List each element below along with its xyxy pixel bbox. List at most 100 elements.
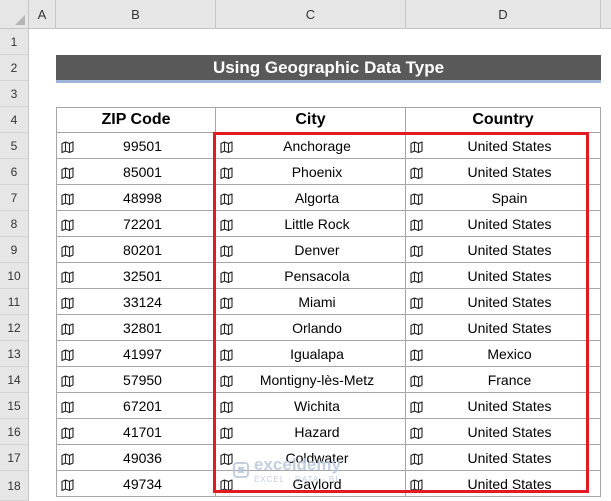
map-data-type-icon[interactable]	[61, 478, 74, 491]
map-data-type-icon[interactable]	[410, 348, 423, 361]
map-data-type-icon[interactable]	[410, 400, 423, 413]
map-data-type-icon[interactable]	[220, 166, 233, 179]
zip-cell[interactable]: 33124	[56, 289, 216, 315]
map-data-type-icon[interactable]	[220, 218, 233, 231]
map-data-type-icon[interactable]	[220, 270, 233, 283]
map-data-type-icon[interactable]	[61, 192, 74, 205]
sheet-title[interactable]: Using Geographic Data Type	[56, 55, 601, 83]
map-data-type-icon[interactable]	[410, 218, 423, 231]
country-cell[interactable]: United States	[406, 159, 601, 185]
map-data-type-icon[interactable]	[220, 296, 233, 309]
country-cell[interactable]: United States	[406, 289, 601, 315]
row-header[interactable]: 8	[0, 211, 29, 237]
city-cell[interactable]: Phoenix	[216, 159, 406, 185]
row-header[interactable]: 6	[0, 159, 29, 185]
header-country[interactable]: Country	[406, 107, 601, 133]
map-data-type-icon[interactable]	[61, 140, 74, 153]
map-data-type-icon[interactable]	[61, 374, 74, 387]
map-data-type-icon[interactable]	[61, 244, 74, 257]
country-cell[interactable]: Spain	[406, 185, 601, 211]
column-header-d[interactable]: D	[406, 0, 601, 29]
map-data-type-icon[interactable]	[410, 296, 423, 309]
zip-cell[interactable]: 85001	[56, 159, 216, 185]
map-data-type-icon[interactable]	[220, 140, 233, 153]
country-cell[interactable]: United States	[406, 237, 601, 263]
country-cell[interactable]: United States	[406, 211, 601, 237]
city-cell[interactable]: Denver	[216, 237, 406, 263]
row-header[interactable]: 10	[0, 263, 29, 289]
row-header[interactable]: 5	[0, 133, 29, 159]
country-cell[interactable]: United States	[406, 445, 601, 471]
city-cell[interactable]: Pensacola	[216, 263, 406, 289]
row-header[interactable]: 1	[0, 29, 29, 55]
city-cell[interactable]: Montigny-lès-Metz	[216, 367, 406, 393]
row-header[interactable]: 16	[0, 419, 29, 445]
row-header[interactable]: 7	[0, 185, 29, 211]
header-zip-code[interactable]: ZIP Code	[56, 107, 216, 133]
map-data-type-icon[interactable]	[61, 270, 74, 283]
map-data-type-icon[interactable]	[61, 426, 74, 439]
column-header-c[interactable]: C	[216, 0, 406, 29]
country-cell[interactable]: Mexico	[406, 341, 601, 367]
column-header-e[interactable]	[601, 0, 611, 29]
map-data-type-icon[interactable]	[410, 322, 423, 335]
zip-cell[interactable]: 32501	[56, 263, 216, 289]
country-cell[interactable]: United States	[406, 133, 601, 159]
zip-cell[interactable]: 48998	[56, 185, 216, 211]
city-cell[interactable]: Miami	[216, 289, 406, 315]
row-header[interactable]: 9	[0, 237, 29, 263]
map-data-type-icon[interactable]	[410, 192, 423, 205]
row-header[interactable]: 15	[0, 393, 29, 419]
row-header[interactable]: 18	[0, 471, 29, 501]
map-data-type-icon[interactable]	[410, 244, 423, 257]
zip-cell[interactable]: 32801	[56, 315, 216, 341]
map-data-type-icon[interactable]	[220, 244, 233, 257]
row-header[interactable]: 4	[0, 107, 29, 133]
column-header-b[interactable]: B	[56, 0, 216, 29]
column-header-a[interactable]: A	[29, 0, 56, 29]
city-cell[interactable]: Anchorage	[216, 133, 406, 159]
map-data-type-icon[interactable]	[61, 400, 74, 413]
row-header[interactable]: 2	[0, 55, 29, 81]
map-data-type-icon[interactable]	[410, 140, 423, 153]
row-header[interactable]: 13	[0, 341, 29, 367]
row-header[interactable]: 3	[0, 81, 29, 107]
country-cell[interactable]: United States	[406, 419, 601, 445]
map-data-type-icon[interactable]	[220, 348, 233, 361]
country-cell[interactable]: United States	[406, 393, 601, 419]
country-cell[interactable]: United States	[406, 315, 601, 341]
zip-cell[interactable]: 99501	[56, 133, 216, 159]
header-city[interactable]: City	[216, 107, 406, 133]
zip-cell[interactable]: 41701	[56, 419, 216, 445]
map-data-type-icon[interactable]	[61, 166, 74, 179]
map-data-type-icon[interactable]	[220, 374, 233, 387]
map-data-type-icon[interactable]	[220, 322, 233, 335]
zip-cell[interactable]: 80201	[56, 237, 216, 263]
map-data-type-icon[interactable]	[410, 478, 423, 491]
zip-cell[interactable]: 67201	[56, 393, 216, 419]
city-cell[interactable]: Algorta	[216, 185, 406, 211]
row-header[interactable]: 12	[0, 315, 29, 341]
map-data-type-icon[interactable]	[61, 452, 74, 465]
map-data-type-icon[interactable]	[220, 426, 233, 439]
row-header[interactable]: 14	[0, 367, 29, 393]
map-data-type-icon[interactable]	[220, 400, 233, 413]
city-cell[interactable]: Little Rock	[216, 211, 406, 237]
row-header[interactable]: 17	[0, 445, 29, 471]
map-data-type-icon[interactable]	[410, 166, 423, 179]
country-cell[interactable]: United States	[406, 471, 601, 497]
city-cell[interactable]: Wichita	[216, 393, 406, 419]
city-cell[interactable]: Orlando	[216, 315, 406, 341]
map-data-type-icon[interactable]	[220, 192, 233, 205]
map-data-type-icon[interactable]	[410, 270, 423, 283]
country-cell[interactable]: France	[406, 367, 601, 393]
city-cell[interactable]: Hazard	[216, 419, 406, 445]
map-data-type-icon[interactable]	[410, 374, 423, 387]
map-data-type-icon[interactable]	[410, 426, 423, 439]
map-data-type-icon[interactable]	[410, 452, 423, 465]
country-cell[interactable]: United States	[406, 263, 601, 289]
map-data-type-icon[interactable]	[61, 296, 74, 309]
city-cell[interactable]: Igualapa	[216, 341, 406, 367]
map-data-type-icon[interactable]	[61, 348, 74, 361]
select-all-corner[interactable]	[0, 0, 29, 29]
